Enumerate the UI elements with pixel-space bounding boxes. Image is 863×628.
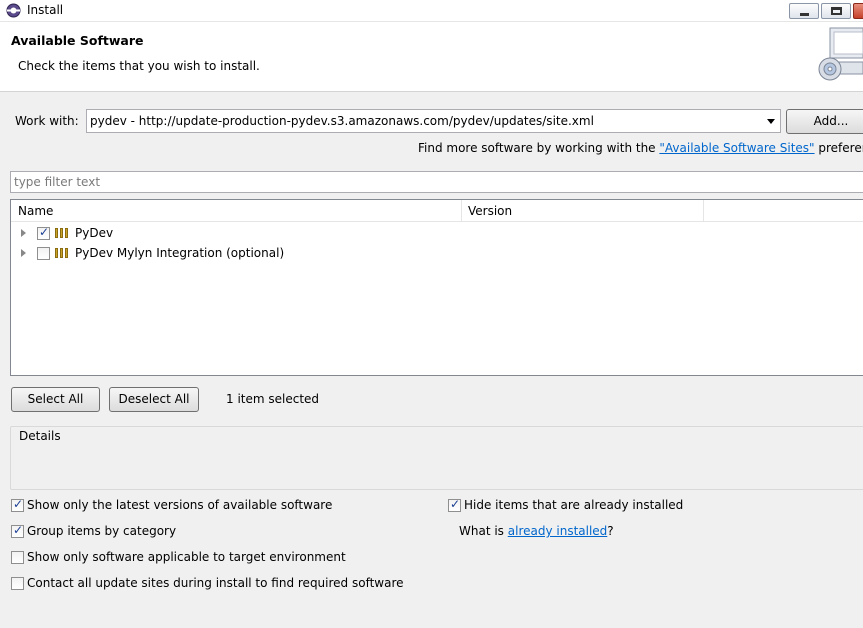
work-with-label: Work with:: [15, 114, 79, 128]
checkmark-icon: ✓: [13, 523, 24, 537]
option-label[interactable]: Hide items that are already installed: [464, 498, 683, 512]
work-with-value: pydev - http://update-production-pydev.s…: [90, 114, 594, 128]
expand-arrow-icon[interactable]: [21, 229, 26, 237]
find-more-suffix: preferences.: [818, 141, 863, 155]
hide-installed-checkbox[interactable]: ✓: [448, 497, 461, 512]
contact-all-sites-checkbox[interactable]: [11, 577, 24, 590]
checkmark-icon: ✓: [39, 225, 50, 239]
minimize-button[interactable]: [789, 3, 819, 19]
latest-versions-checkbox[interactable]: ✓: [11, 497, 24, 512]
software-tree[interactable]: Name Version ✓ PyDev PyDev Mylyn Integra…: [10, 199, 863, 376]
select-all-button[interactable]: Select All: [11, 387, 100, 412]
option-label[interactable]: Show only software applicable to target …: [27, 550, 346, 564]
feature-group-icon: [55, 228, 69, 238]
maximize-icon: [831, 7, 842, 15]
install-banner-icon: [818, 27, 863, 81]
available-software-sites-link[interactable]: "Available Software Sites": [659, 141, 814, 155]
checkmark-icon: ✓: [450, 497, 461, 511]
filter-input[interactable]: type filter text: [10, 171, 863, 193]
deselect-all-button[interactable]: Deselect All: [109, 387, 199, 412]
what-is-installed-text: What is already installed?: [459, 524, 614, 538]
find-more-text: Find more software by working with the "…: [418, 141, 863, 155]
tree-row-label: PyDev Mylyn Integration (optional): [75, 246, 285, 260]
feature-group-icon: [55, 248, 69, 258]
page-title: Available Software: [11, 33, 144, 48]
maximize-button[interactable]: [821, 3, 851, 19]
group-by-category-checkbox[interactable]: ✓: [11, 523, 24, 538]
already-installed-link[interactable]: already installed: [508, 524, 608, 538]
tree-row-label: PyDev: [75, 226, 114, 240]
window-title: Install: [27, 3, 64, 17]
eclipse-app-icon: [6, 3, 21, 18]
title-bar: Install: [0, 0, 863, 22]
dialog-header: Available Software Check the items that …: [0, 22, 863, 92]
close-button[interactable]: [853, 3, 863, 19]
option-label[interactable]: Show only the latest versions of availab…: [27, 498, 332, 512]
column-header-name[interactable]: Name: [18, 204, 53, 218]
column-divider[interactable]: [461, 200, 462, 222]
details-group: [10, 426, 863, 490]
filter-placeholder: type filter text: [14, 175, 101, 189]
option-label[interactable]: Contact all update sites during install …: [27, 576, 404, 590]
what-is-prefix: What is: [459, 524, 508, 538]
column-divider[interactable]: [703, 200, 704, 222]
pydev-checkbox[interactable]: ✓: [37, 225, 50, 240]
tree-row-pydev-mylyn[interactable]: PyDev Mylyn Integration (optional): [11, 243, 863, 263]
tree-row-pydev[interactable]: ✓ PyDev: [11, 223, 863, 243]
find-more-prefix: Find more software by working with the: [418, 141, 660, 155]
target-environment-checkbox[interactable]: [11, 551, 24, 564]
chevron-down-icon[interactable]: [767, 119, 775, 124]
expand-arrow-icon[interactable]: [21, 249, 26, 257]
selection-status: 1 item selected: [226, 392, 320, 406]
checkmark-icon: ✓: [13, 497, 24, 511]
add-site-button[interactable]: Add...: [786, 109, 863, 134]
what-is-suffix: ?: [607, 524, 614, 538]
details-label: Details: [19, 429, 64, 443]
pydev-mylyn-checkbox[interactable]: [37, 247, 50, 260]
option-label[interactable]: Group items by category: [27, 524, 176, 538]
column-header-version[interactable]: Version: [468, 204, 512, 218]
minimize-icon: [800, 13, 809, 16]
work-with-combo[interactable]: pydev - http://update-production-pydev.s…: [86, 109, 781, 133]
page-subtitle: Check the items that you wish to install…: [18, 59, 260, 73]
tree-header: Name Version: [11, 200, 863, 222]
